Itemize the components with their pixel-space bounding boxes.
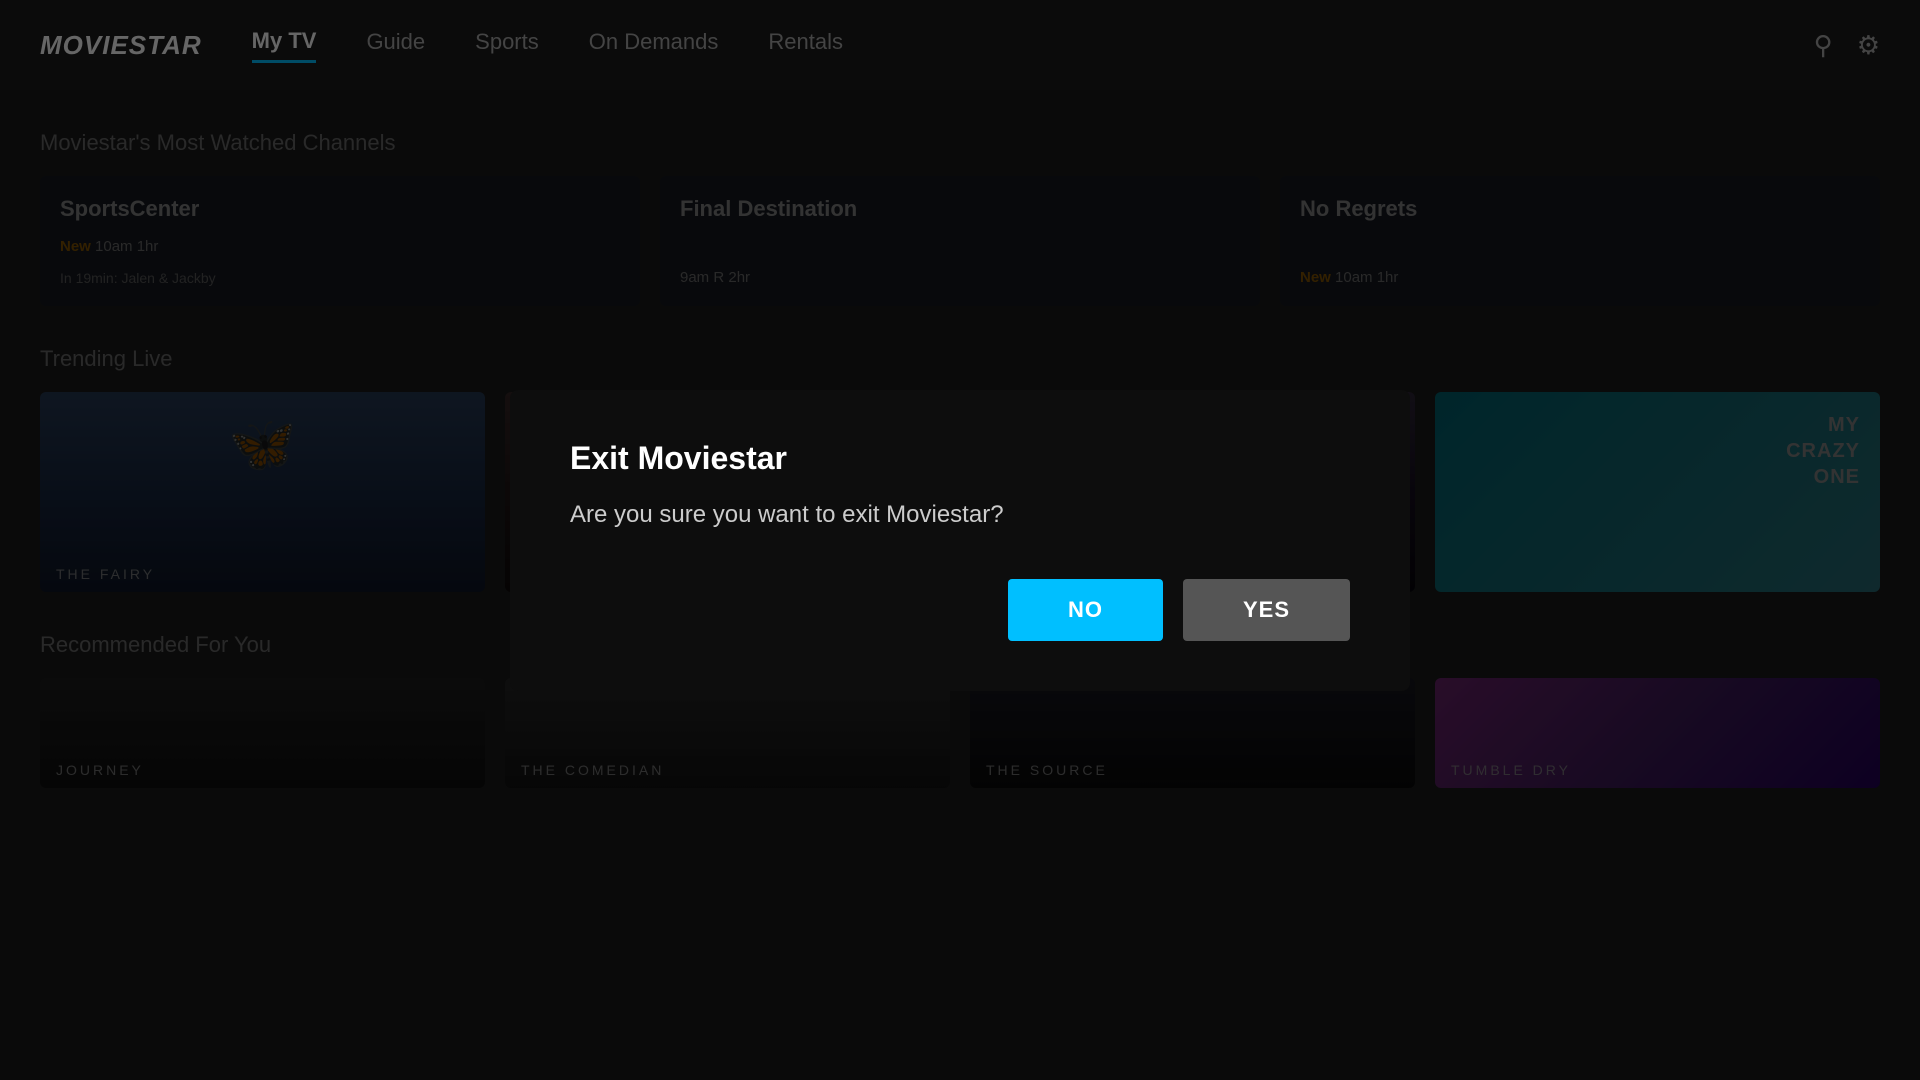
no-button[interactable]: NO	[1008, 579, 1163, 641]
modal-title: Exit Moviestar	[570, 440, 1350, 477]
modal-message: Are you sure you want to exit Moviestar?	[570, 501, 1350, 529]
yes-button[interactable]: YES	[1183, 579, 1350, 641]
modal-overlay: Exit Moviestar Are you sure you want to …	[0, 0, 1920, 1080]
exit-modal: Exit Moviestar Are you sure you want to …	[510, 390, 1410, 691]
modal-buttons: NO YES	[570, 579, 1350, 641]
